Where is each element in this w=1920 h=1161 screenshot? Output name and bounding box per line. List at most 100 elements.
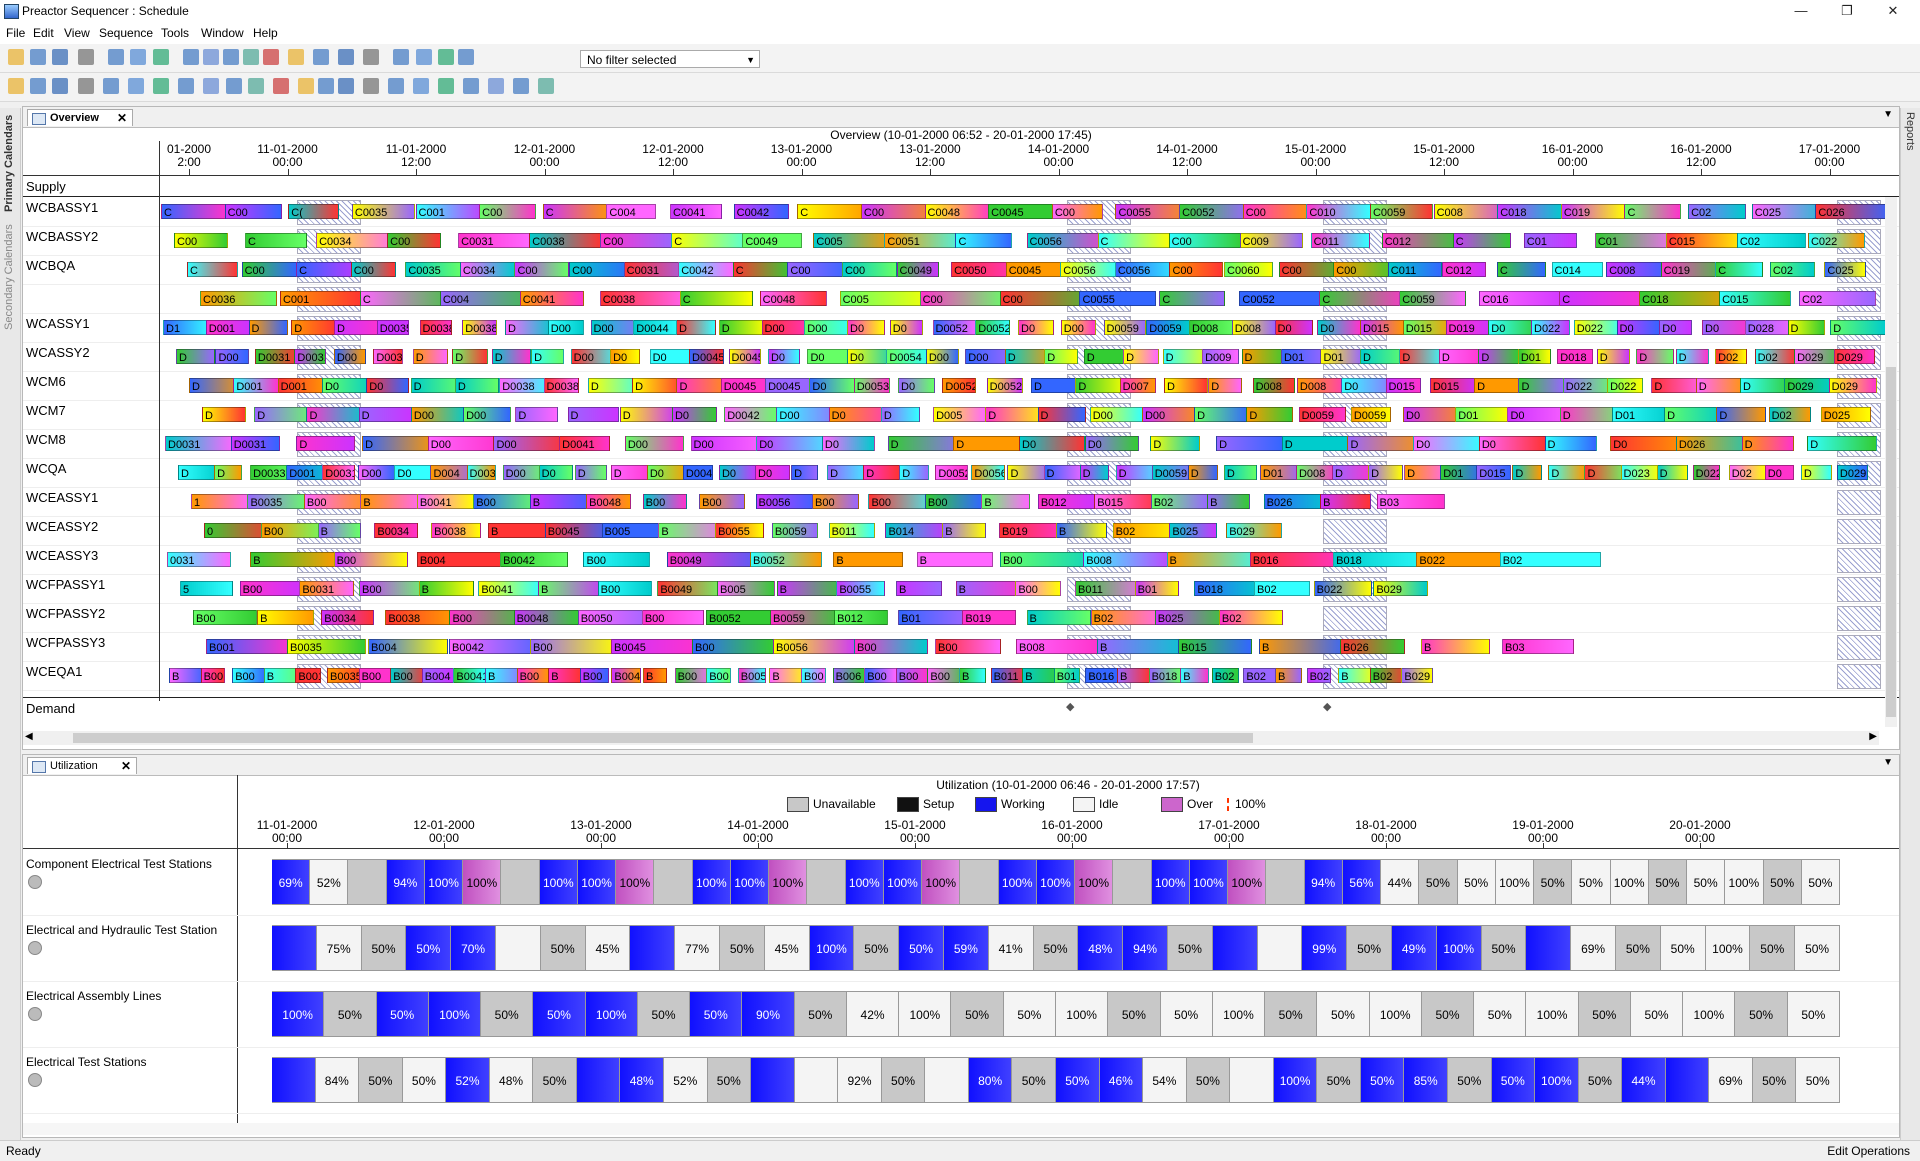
operation-bar[interactable]: C00 — [224, 204, 282, 219]
operation-bar[interactable]: 1 — [191, 494, 251, 509]
operation-bar[interactable]: D — [1163, 378, 1208, 393]
operation-bar[interactable]: C0036 — [200, 291, 277, 306]
operation-bar[interactable]: D0031 — [230, 436, 281, 451]
utilization-cell[interactable]: 94% — [1304, 859, 1343, 905]
utilization-cell[interactable]: 50% — [1168, 925, 1213, 971]
toolbar-button-icon[interactable] — [78, 78, 94, 94]
utilization-cell[interactable]: 90% — [742, 991, 795, 1037]
utilization-cell[interactable] — [1665, 1057, 1710, 1103]
operation-bar[interactable]: C — [797, 204, 871, 219]
operation-bar[interactable]: B001 — [295, 668, 322, 683]
utilization-cell[interactable]: 42% — [846, 991, 900, 1037]
operation-bar[interactable]: C001 — [415, 204, 489, 219]
operation-bar[interactable]: C00 — [241, 262, 297, 277]
operation-bar[interactable]: D — [296, 436, 356, 451]
operation-bar[interactable]: D029 — [1833, 349, 1875, 364]
utilization-cell[interactable] — [576, 1057, 621, 1103]
utilization-cell[interactable]: 50% — [1419, 859, 1458, 905]
operation-bar[interactable]: B0048 — [586, 494, 632, 509]
operation-bar[interactable]: D1 — [163, 320, 211, 335]
panel-dropdown-icon[interactable]: ▼ — [1883, 109, 1893, 120]
operation-bar[interactable]: D0056 — [971, 465, 1005, 480]
operation-bar[interactable]: B029 — [1373, 581, 1428, 596]
operation-bar[interactable]: B001 — [206, 639, 293, 654]
utilization-cell[interactable]: 100% — [769, 859, 808, 905]
operation-bar[interactable]: D — [214, 465, 243, 480]
utilization-cell[interactable]: 50% — [402, 1057, 447, 1103]
utilization-cell[interactable] — [496, 925, 541, 971]
utilization-cell[interactable]: 50% — [899, 925, 944, 971]
utilization-cell[interactable] — [501, 859, 540, 905]
close-icon[interactable]: ✕ — [1870, 0, 1916, 22]
utilization-cell[interactable]: 69% — [1571, 925, 1616, 971]
menu-view[interactable]: View — [64, 26, 90, 40]
scrollbar-thumb[interactable] — [1886, 367, 1896, 717]
operation-bar[interactable]: C — [1452, 233, 1511, 248]
operation-bar[interactable]: D0038 — [466, 465, 496, 480]
operation-bar[interactable]: B025 — [1306, 668, 1332, 683]
operation-bar[interactable]: D0 — [1084, 436, 1140, 451]
menu-file[interactable]: File — [6, 26, 25, 40]
operation-bar[interactable]: B006 — [832, 668, 866, 683]
operation-bar[interactable]: D — [619, 407, 679, 422]
utilization-cell[interactable]: 77% — [675, 925, 720, 971]
operation-bar[interactable]: B — [896, 581, 942, 596]
operation-bar[interactable]: D — [1246, 407, 1293, 422]
utilization-cell[interactable]: 50% — [1186, 1057, 1231, 1103]
toolbar-button-icon[interactable] — [153, 78, 169, 94]
toolbar-button-icon[interactable] — [538, 78, 554, 94]
toolbar-button-icon[interactable] — [438, 78, 454, 94]
demand-marker-icon[interactable]: ◆ — [1323, 700, 1331, 713]
toolbar-button-icon[interactable] — [388, 78, 404, 94]
operation-bar[interactable]: C — [1715, 262, 1764, 277]
utilization-cell[interactable] — [272, 925, 317, 971]
restore-icon[interactable]: ❐ — [1824, 0, 1870, 22]
operation-bar[interactable]: C019 — [1560, 204, 1626, 219]
utilization-cell[interactable]: 50% — [406, 925, 452, 971]
operation-bar[interactable]: D0059 — [1350, 407, 1391, 422]
toolbar-button-icon[interactable] — [393, 49, 409, 65]
operation-bar[interactable]: D0 — [807, 349, 851, 364]
operation-bar[interactable]: C0049 — [896, 262, 940, 277]
utilization-cell[interactable] — [1230, 1057, 1274, 1103]
operation-bar[interactable]: B00 — [1015, 581, 1061, 596]
operation-bar[interactable]: C — [1496, 262, 1547, 277]
vertical-scrollbar[interactable] — [1885, 197, 1897, 727]
operation-bar[interactable]: D — [899, 465, 929, 480]
operation-bar[interactable]: C0060 — [1224, 262, 1273, 277]
utilization-cell[interactable]: 100% — [730, 859, 770, 905]
operation-bar[interactable]: D008 — [1252, 378, 1296, 393]
toolbar-button-icon[interactable] — [513, 78, 529, 94]
operation-bar[interactable]: D015 — [1385, 378, 1421, 393]
operation-bar[interactable]: C0035 — [405, 262, 463, 277]
operation-bar[interactable]: C — [187, 262, 238, 277]
toolbar-button-icon[interactable] — [318, 78, 334, 94]
operation-bar[interactable]: D — [454, 378, 499, 393]
operation-bar[interactable]: D0059 — [1103, 320, 1147, 335]
operation-bar[interactable]: D0 — [889, 320, 924, 335]
utilization-cell[interactable]: 100% — [1495, 859, 1535, 905]
operation-bar[interactable]: C009 — [1239, 233, 1303, 248]
toolbar-button-icon[interactable] — [8, 78, 24, 94]
utilization-cell[interactable]: 49% — [1392, 925, 1437, 971]
operation-bar[interactable]: D02 — [1715, 349, 1747, 364]
operation-bar[interactable]: B — [257, 610, 314, 625]
operation-bar[interactable]: B0056 — [773, 639, 860, 654]
utilization-cell[interactable]: 100% — [539, 859, 578, 905]
operation-bar[interactable]: B022 — [1313, 581, 1372, 596]
operation-bar[interactable]: B02 — [1218, 610, 1284, 625]
operation-bar[interactable]: C0048 — [759, 291, 828, 306]
utilization-cell[interactable]: 100% — [1535, 1057, 1579, 1103]
utilization-cell[interactable]: 50% — [359, 1057, 403, 1103]
operation-bar[interactable]: B03 — [1502, 639, 1574, 654]
operation-bar[interactable]: B02 — [1211, 668, 1239, 683]
operation-bar[interactable]: D — [412, 349, 449, 364]
utilization-cell[interactable]: 100% — [883, 859, 923, 905]
utilization-cell[interactable]: 50% — [1763, 859, 1802, 905]
operation-bar[interactable]: B0056 — [755, 494, 821, 509]
operation-bar[interactable]: B0034 — [374, 523, 419, 538]
operation-bar[interactable]: D0052 — [986, 378, 1024, 393]
operation-bar[interactable]: D0 — [1764, 465, 1795, 480]
utilization-cell[interactable]: 50% — [1752, 1057, 1797, 1103]
operation-bar[interactable]: D — [1787, 320, 1826, 335]
